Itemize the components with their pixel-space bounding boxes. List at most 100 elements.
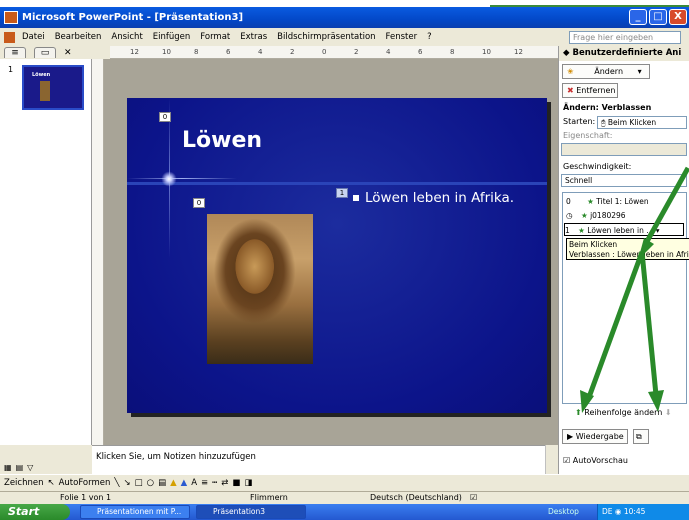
title-bar: Microsoft PowerPoint - [Präsentation3] _… [0,7,689,28]
menu-einfuegen[interactable]: Einfügen [148,32,196,42]
slideshow-view-icon[interactable]: ▽ [27,463,33,472]
play-button[interactable]: ▶ Wiedergabe [562,429,628,444]
back-icon[interactable]: ◆ [563,48,570,58]
ruler-tick: 10 [482,48,491,56]
dash-style-icon[interactable]: ┅ [212,478,217,488]
change-label: Ändern [594,67,624,76]
remove-effect-button[interactable]: ✖ Entfernen [562,83,618,98]
move-down-icon[interactable]: ⬇ [665,408,672,417]
desktop-label[interactable]: Desktop [548,504,579,520]
autopreview-label: AutoVorschau [572,456,628,465]
ruler-tick: 6 [226,48,231,56]
notes-scrollbar[interactable] [545,445,558,475]
thumbnail-number: 1 [8,65,14,74]
slide-title[interactable]: Löwen [182,128,262,153]
animation-item-selected[interactable]: 1 ★ Löwen leben in ... ▾ [564,223,684,236]
textbox-icon[interactable]: ▤ [158,478,166,488]
sorter-view-icon[interactable]: ▤ [16,463,24,472]
windows-taskbar: Start Präsentationen mit P... Präsentati… [0,504,689,520]
line-style-icon[interactable]: ≡ [201,478,208,488]
animation-tag: 0 [159,112,171,122]
slideshow-button[interactable]: ⧉ [633,429,649,444]
outline-tab-icon[interactable]: ≡ [4,47,26,58]
ruler-tick: 8 [194,48,199,56]
taskpane-header: ◆ Benutzerdefinierte Ani ▼ ✕ [559,46,689,73]
autoformen-menu[interactable]: AutoFormen [59,478,111,488]
effect-icon: ★ [580,211,588,220]
arrow-style-icon[interactable]: ⇄ [221,478,228,488]
3d-icon[interactable]: ◨ [244,478,252,488]
autopreview-checkbox[interactable]: ☑ [563,456,570,465]
minimize-button[interactable]: _ [629,9,647,25]
item-label: j0180296 [590,211,626,220]
taskbar-item[interactable]: Präsentationen mit P... [80,505,190,519]
property-label: Eigenschaft: [563,131,613,140]
menu-bearbeiten[interactable]: Bearbeiten [50,32,107,42]
zeichnen-menu[interactable]: Zeichnen [4,478,43,488]
status-slide: Folie 1 von 1 [60,493,112,502]
close-pane-icon[interactable]: ✕ [64,48,72,58]
star-icon: ✬ [567,67,574,76]
remove-label: Entfernen [576,86,616,95]
menu-datei[interactable]: Datei [17,32,50,42]
speed-select[interactable]: Schnell [561,174,687,187]
line-icon[interactable]: ╲ [114,478,119,488]
custom-animation-pane: ◆ Benutzerdefinierte Ani ▼ ✕ ✬ Ändern ▾ … [558,46,689,474]
autopreview-row[interactable]: ☑ AutoVorschau [563,456,628,465]
change-effect-button[interactable]: ✬ Ändern ▾ [562,64,650,79]
chevron-down-icon: ▾ [637,67,642,76]
menu-fenster[interactable]: Fenster [381,32,423,42]
animation-item[interactable]: ◷ ★ j0180296 [566,209,626,222]
start-button[interactable]: Start [0,504,70,520]
status-bar: Folie 1 von 1 Flimmern Deutsch (Deutschl… [0,491,689,504]
system-tray: Desktop DE ◉ 10:45 [548,504,689,520]
document-icon[interactable] [4,31,15,43]
menu-extras[interactable]: Extras [235,32,272,42]
font-color-icon[interactable]: A [191,478,197,488]
bullet-text: Löwen leben in Afrika. [365,190,515,206]
start-select[interactable]: 🖰 Beim Klicken [597,116,687,129]
chevron-down-icon[interactable]: ▾ [656,226,660,235]
slide-bullet[interactable]: Löwen leben in Afrika. [353,190,523,207]
slides-tab-icon[interactable]: ▭ [34,47,56,58]
vertical-ruler [92,59,104,445]
close-button[interactable]: X [669,9,687,25]
animation-item[interactable]: 0 ★ Titel 1: Löwen [566,195,649,208]
oval-icon[interactable]: ○ [147,478,154,488]
slide-thumbnail[interactable]: Löwen [22,65,84,110]
ruler-tick: 2 [354,48,359,56]
taskpane-title[interactable]: Benutzerdefinierte Ani [573,48,682,58]
rectangle-icon[interactable]: □ [135,478,143,488]
powerpoint-window: Microsoft PowerPoint - [Präsentation3] _… [0,0,689,520]
remove-icon: ✖ [567,86,574,95]
lion-image[interactable] [207,214,313,364]
top-strip [0,0,689,7]
fill-color-icon[interactable]: ▲ [170,478,177,488]
normal-view-icon[interactable]: ▦ [4,463,12,472]
taskbar-item-active[interactable]: Präsentation3 [196,505,306,519]
help-search-input[interactable]: Frage hier eingeben [569,31,681,44]
pointer-icon[interactable]: ↖ [47,478,54,488]
drawing-toolbar: Zeichnen ↖ AutoFormen ╲ ↘ □ ○ ▤ ▲ ▲ A ≡ … [0,474,689,491]
line-color-icon[interactable]: ▲ [181,478,188,488]
ruler-tick: 2 [290,48,295,56]
arrow-icon[interactable]: ↘ [124,478,131,488]
menu-bildschirmpraesentation[interactable]: Bildschirmpräsentation [272,32,380,42]
language-indicator[interactable]: DE [602,507,613,516]
shadow-icon[interactable]: ■ [232,478,240,488]
effect-icon: ★ [578,226,585,235]
menu-help[interactable]: ? [422,32,437,42]
ruler-tick: 6 [418,48,423,56]
slide[interactable]: 0 Löwen 0 1 Löwen leben in Afrika. [127,98,547,413]
start-label: Starten: [563,117,596,126]
reorder-label: Reihenfolge ändern [584,408,663,417]
menu-format[interactable]: Format [195,32,235,42]
clock-icon: ◷ [566,211,573,220]
menu-ansicht[interactable]: Ansicht [106,32,147,42]
view-tabs: ≡ ▭ ✕ [0,46,110,59]
animation-list[interactable]: 0 ★ Titel 1: Löwen ◷ ★ j0180296 1 ★ Löwe… [562,192,689,404]
maximize-button[interactable]: □ [649,9,667,25]
move-up-icon[interactable]: ⬆ [575,408,582,417]
notes-pane[interactable]: Klicken Sie, um Notizen hinzuzufügen [92,445,558,475]
slide-decor-star [160,170,178,188]
